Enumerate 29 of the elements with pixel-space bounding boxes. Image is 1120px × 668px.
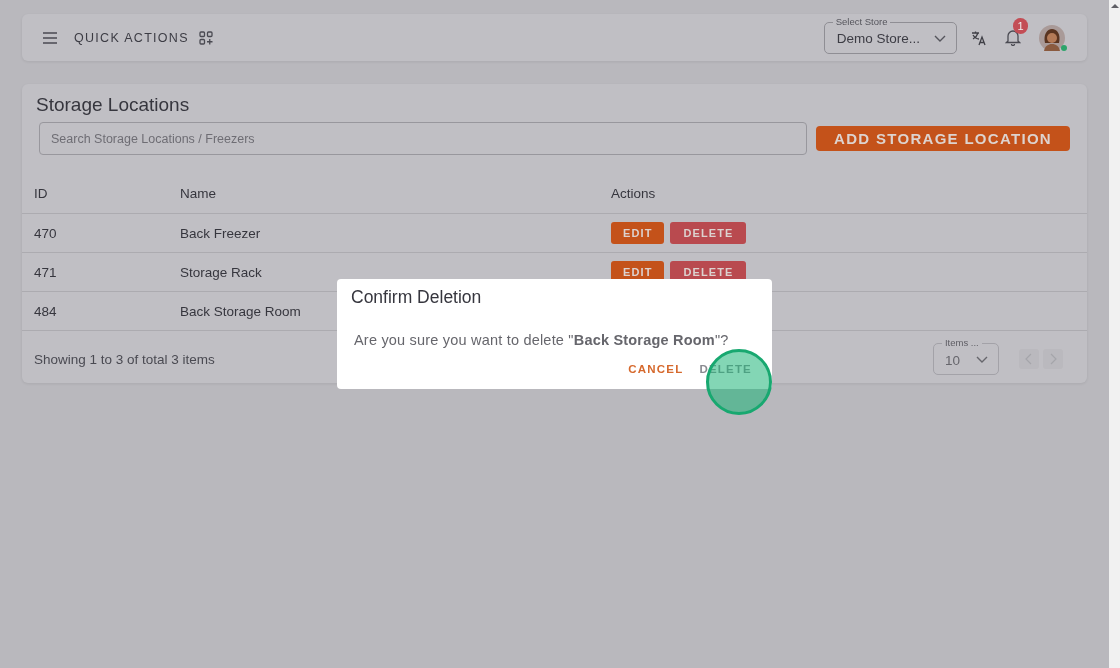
search-field[interactable]: Search Storage Locations / Freezers — [39, 122, 808, 155]
add-storage-location-button[interactable]: ADD STORAGE LOCATION — [816, 126, 1070, 151]
notification-badge: 1 — [1013, 18, 1028, 34]
page-title: Storage Locations — [36, 94, 191, 116]
menu-icon[interactable] — [42, 30, 58, 45]
grid-plus-icon[interactable] — [198, 30, 213, 45]
chevron-down-icon — [976, 356, 988, 364]
table-cell-text: 471 — [34, 264, 58, 280]
scrollbar[interactable] — [1109, 0, 1120, 668]
dialog-title: Confirm Deletion — [351, 287, 483, 308]
dialog-message: Are you sure you want to delete "Back Storage Room"? — [354, 332, 730, 348]
pagination-summary: Showing 1 to 3 of total 3 items — [34, 351, 215, 367]
column-header: ID — [34, 185, 49, 201]
cancel-button[interactable]: CANCEL — [622, 360, 690, 378]
scroll-up-icon[interactable] — [1110, 3, 1119, 9]
translate-icon[interactable] — [971, 29, 987, 46]
avatar[interactable] — [1039, 24, 1065, 51]
table-cell-text: Storage Rack — [180, 264, 263, 280]
bell-icon[interactable] — [1005, 29, 1021, 46]
quick-actions-link[interactable]: QUICK ACTIONS — [74, 30, 189, 45]
delete-button[interactable]: DELETE — [670, 222, 747, 244]
table-cell-text: Back Freezer — [180, 225, 262, 241]
chevron-down-icon — [934, 34, 946, 43]
table-cell-text: Back Storage Room — [180, 303, 302, 319]
table-cell-text: 484 — [34, 303, 58, 319]
edit-button[interactable]: EDIT — [611, 222, 665, 244]
column-header: Name — [180, 185, 217, 201]
column-header: Actions — [611, 185, 657, 201]
table-cell-text: 470 — [34, 225, 58, 241]
